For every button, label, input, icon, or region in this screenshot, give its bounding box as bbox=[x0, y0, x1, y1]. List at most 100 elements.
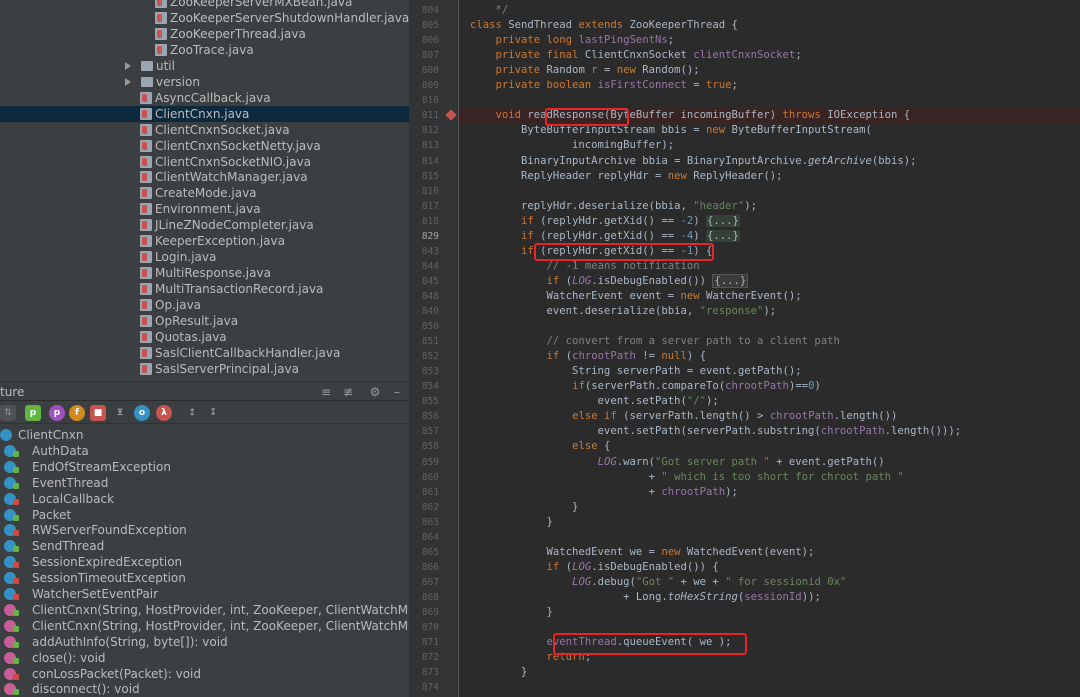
structure-class-item[interactable]: AuthData bbox=[0, 443, 409, 459]
tree-file[interactable]: Quotas.java bbox=[0, 329, 409, 345]
line-number-gutter[interactable]: 804 805 806 807 808 809 810 811 812 813 814 815 816 8… bbox=[409, 0, 459, 697]
tree-file[interactable]: Login.java bbox=[0, 249, 409, 265]
structure-item-label: close(): void bbox=[32, 650, 106, 665]
tree-file[interactable]: ClientCnxnSocket.java bbox=[0, 122, 409, 138]
structure-method-item[interactable]: close(): void bbox=[0, 650, 409, 666]
line-number: 848 bbox=[421, 290, 439, 302]
structure-class-item[interactable]: EndOfStreamException bbox=[0, 459, 409, 475]
structure-class-item[interactable]: EventThread bbox=[0, 475, 409, 491]
public-access-icon bbox=[13, 641, 19, 648]
expand-arrow-icon[interactable] bbox=[125, 77, 131, 86]
structure-method-item[interactable]: ClientCnxn(String, HostProvider, int, Zo… bbox=[0, 602, 409, 618]
structure-method-item[interactable]: disconnect(): void bbox=[0, 681, 409, 697]
line-number: 858 bbox=[421, 441, 439, 453]
project-tree-panel: ZooKeeperServerMXBean.java ZooKeeperServe… bbox=[0, 0, 409, 381]
tree-label: SaslServerPrincipal.java bbox=[155, 361, 299, 376]
tree-label: ZooKeeperServerMXBean.java bbox=[170, 0, 353, 9]
tree-folder[interactable]: util bbox=[0, 58, 409, 74]
structure-item-label: SessionExpiredException bbox=[32, 555, 183, 570]
autoscroll-from-source-icon[interactable]: ↧ bbox=[205, 405, 221, 421]
line-number: 808 bbox=[421, 65, 439, 77]
show-anonymous-icon[interactable]: ⊻ bbox=[112, 405, 128, 421]
tree-file[interactable]: ZooKeeperServerShutdownHandler.java bbox=[0, 10, 409, 26]
tree-file[interactable]: OpResult.java bbox=[0, 313, 409, 329]
tree-file[interactable]: SaslServerPrincipal.java bbox=[0, 361, 409, 377]
public-access-icon bbox=[13, 625, 19, 632]
tree-file[interactable]: CreateMode.java bbox=[0, 185, 409, 201]
code-line: if(serverPath.compareTo(chrootPath)==0) bbox=[572, 380, 821, 393]
line-number: 867 bbox=[421, 576, 439, 588]
hide-panel-icon[interactable]: – bbox=[390, 385, 404, 399]
annotation-box-xid-notification bbox=[534, 243, 714, 261]
tree-file[interactable]: Environment.java bbox=[0, 201, 409, 217]
collapse-all-icon[interactable]: ≢ bbox=[341, 385, 355, 399]
tree-file[interactable]: KeeperException.java bbox=[0, 233, 409, 249]
show-lambda-icon[interactable]: λ bbox=[156, 405, 172, 421]
sort-alphabetically-icon[interactable]: ⇅ bbox=[0, 405, 16, 421]
structure-item-label: SendThread bbox=[32, 539, 105, 554]
public-access-icon bbox=[13, 450, 19, 457]
code-line: if (LOG.isDebugEnabled()) { bbox=[546, 560, 719, 573]
structure-root-class[interactable]: ClientCnxn bbox=[0, 427, 409, 443]
structure-item-label: WatcherSetEventPair bbox=[32, 587, 159, 601]
public-access-icon bbox=[13, 657, 19, 664]
java-file-icon bbox=[140, 203, 152, 216]
show-non-public-icon[interactable]: ■ bbox=[90, 405, 106, 421]
tree-file[interactable]: ClientCnxn.java bbox=[0, 105, 409, 122]
tree-file[interactable]: ZooTrace.java bbox=[0, 42, 409, 58]
expand-arrow-icon[interactable] bbox=[125, 61, 131, 70]
tree-file[interactable]: JLineZNodeCompleter.java bbox=[0, 217, 409, 233]
tree-file[interactable]: ZooKeeperServerMXBean.java bbox=[0, 0, 409, 10]
line-number: 807 bbox=[421, 50, 439, 62]
show-lambdas-icon[interactable]: o bbox=[134, 405, 150, 421]
structure-method-item[interactable]: addAuthInfo(String, byte[]): void bbox=[0, 634, 409, 650]
structure-method-item[interactable]: ClientCnxn(String, HostProvider, int, Zo… bbox=[0, 618, 409, 634]
gear-icon[interactable]: ⚙ bbox=[368, 385, 382, 399]
line-number: 872 bbox=[421, 652, 439, 664]
show-fields-icon[interactable]: f bbox=[69, 405, 85, 421]
structure-class-item[interactable]: RWServerFoundException bbox=[0, 522, 409, 538]
structure-class-item[interactable]: WatcherSetEventPair bbox=[0, 586, 409, 602]
structure-class-item[interactable]: Packet bbox=[0, 507, 409, 523]
structure-method-item[interactable]: conLossPacket(Packet): void bbox=[0, 666, 409, 682]
expand-all-icon[interactable]: ≡ bbox=[319, 385, 333, 399]
code-line: */ bbox=[495, 4, 509, 16]
line-number: 812 bbox=[421, 125, 439, 137]
code-editor[interactable]: 804 805 806 807 808 809 810 811 812 813 814 815 816 8… bbox=[409, 0, 1080, 697]
tree-label: ClientCnxnSocket.java bbox=[155, 122, 290, 137]
tree-file[interactable]: SaslClientCallbackHandler.java bbox=[0, 345, 409, 361]
structure-class-item[interactable]: SessionTimeoutException bbox=[0, 570, 409, 586]
tree-file[interactable]: ClientWatchManager.java bbox=[0, 169, 409, 185]
tree-file[interactable]: MultiResponse.java bbox=[0, 265, 409, 281]
line-number: 806 bbox=[421, 35, 439, 47]
show-inherited-icon[interactable]: p bbox=[49, 405, 65, 421]
java-file-icon bbox=[140, 330, 152, 343]
line-number: 817 bbox=[421, 200, 439, 212]
tree-file[interactable]: MultiTransactionRecord.java bbox=[0, 281, 409, 297]
tree-file[interactable]: AsyncCallback.java bbox=[0, 90, 409, 106]
code-line: private boolean isFirstConnect = true; bbox=[495, 79, 738, 92]
structure-class-item[interactable]: SessionExpiredException bbox=[0, 554, 409, 570]
tree-file[interactable]: Op.java bbox=[0, 297, 409, 313]
show-properties-icon[interactable]: p bbox=[25, 405, 41, 421]
tree-file[interactable]: ClientCnxnSocketNetty.java bbox=[0, 138, 409, 154]
structure-item-label: conLossPacket(Packet): void bbox=[32, 666, 201, 681]
code-line: BinaryInputArchive bbia = BinaryInputArc… bbox=[470, 154, 917, 167]
line-number: 844 bbox=[421, 260, 439, 272]
tree-label: OpResult.java bbox=[155, 314, 239, 328]
tree-file[interactable]: ClientCnxnSocketNIO.java bbox=[0, 154, 409, 170]
structure-class-item[interactable]: SendThread bbox=[0, 538, 409, 554]
line-number: 855 bbox=[421, 396, 439, 408]
structure-class-item[interactable]: LocalCallback bbox=[0, 491, 409, 507]
tree-label: util bbox=[156, 58, 175, 73]
java-file-icon bbox=[140, 315, 152, 327]
tree-label: Environment.java bbox=[155, 202, 261, 217]
code-line: WatcherEvent event = new WatcherEvent(); bbox=[470, 289, 802, 302]
tree-folder[interactable]: version bbox=[0, 74, 409, 90]
annotation-box-queue-event bbox=[553, 633, 747, 655]
structure-title: ture bbox=[0, 385, 25, 399]
code-line: } bbox=[470, 515, 553, 528]
autoscroll-to-source-icon[interactable]: ↥ bbox=[184, 405, 200, 421]
tree-file[interactable]: ZooKeeperThread.java bbox=[0, 26, 409, 42]
code-line: event.setPath(serverPath.substring(chroo… bbox=[470, 425, 962, 438]
